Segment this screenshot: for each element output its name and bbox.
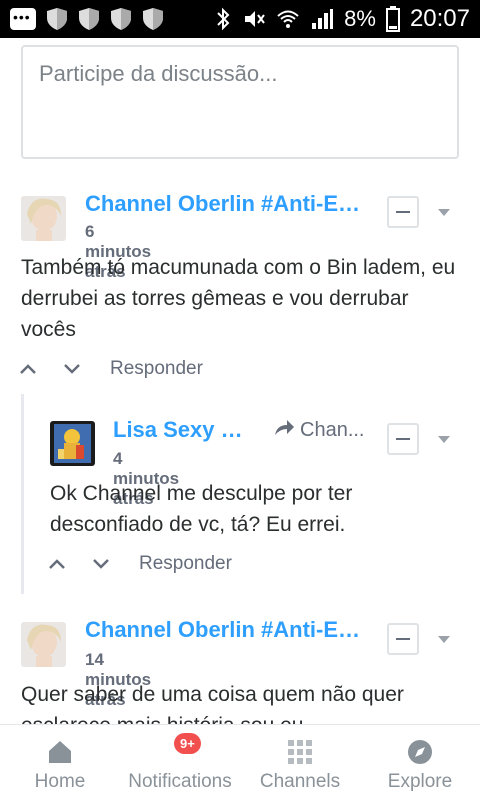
comment-input[interactable]: Participe da discussão... [21, 45, 459, 159]
chevron-down-icon[interactable] [438, 436, 450, 443]
comment-author[interactable]: Channel Oberlin #Anti-Est... [85, 191, 370, 217]
collapse-button[interactable] [387, 196, 419, 228]
chevron-down-icon[interactable] [438, 209, 450, 216]
comment-body: Também tó macumunada com o Bin ladem, eu… [21, 256, 456, 341]
chevron-down-icon[interactable] [438, 636, 450, 643]
chevron-up-icon [20, 364, 36, 374]
reply-button[interactable]: Responder [110, 358, 203, 380]
avatar[interactable] [21, 196, 66, 241]
comment-author[interactable]: Channel Oberlin #Anti-Est... [85, 617, 370, 643]
battery-icon [385, 6, 400, 32]
shield-icon [111, 8, 131, 30]
reply-button[interactable]: Responder [139, 553, 232, 575]
explore-icon [408, 740, 432, 764]
comment-actions: Responder [6, 354, 203, 384]
nav-explore-label: Explore [387, 771, 453, 792]
chevron-up-icon [49, 559, 65, 569]
nav-notifications[interactable]: 9+ Notifications [120, 725, 240, 800]
avatar[interactable] [50, 421, 95, 466]
home-icon [49, 741, 71, 763]
reply-arrow-icon [275, 420, 294, 435]
chat-notification-icon [10, 8, 36, 30]
comment-author[interactable]: Lisa Sexy 💋 💋 [113, 417, 263, 443]
chevron-down-icon [64, 364, 80, 374]
nav-explore[interactable]: Explore [360, 725, 480, 800]
avatar[interactable] [21, 622, 66, 667]
nav-channels-label: Channels [259, 771, 341, 792]
battery-percent: 8% [344, 6, 376, 31]
collapse-button[interactable] [387, 423, 419, 455]
nav-channels[interactable]: Channels [240, 725, 360, 800]
comment-actions: Responder [35, 549, 232, 579]
bluetooth-icon [217, 7, 230, 31]
reply-to-author[interactable]: Chan... [300, 419, 372, 442]
bottom-navigation: Home 9+ Notifications Channels Explore [0, 724, 480, 800]
collapse-button[interactable] [387, 623, 419, 655]
comment-body: Quer saber de uma coisa quem não quer es… [21, 683, 404, 724]
comment-body: Ok Channel me desculpe por ter desconfia… [50, 482, 353, 536]
chevron-down-icon [93, 559, 109, 569]
shield-icon [47, 8, 67, 30]
upvote-button[interactable] [6, 354, 50, 384]
channels-icon [288, 740, 312, 764]
upvote-button[interactable] [35, 549, 79, 579]
mute-icon [245, 11, 265, 27]
downvote-button[interactable] [79, 549, 123, 579]
notification-badge: 9+ [174, 733, 201, 754]
wifi-icon [277, 10, 299, 28]
status-bar: 8% 20:07 [0, 0, 480, 38]
nav-notifications-label: Notifications [128, 771, 232, 792]
nav-home[interactable]: Home [0, 725, 120, 800]
shield-icon [79, 8, 99, 30]
nav-home-label: Home [34, 771, 86, 792]
downvote-button[interactable] [50, 354, 94, 384]
signal-icon [312, 9, 334, 29]
clock: 20:07 [409, 5, 470, 32]
shield-icon [143, 8, 163, 30]
thread-line [21, 394, 24, 594]
